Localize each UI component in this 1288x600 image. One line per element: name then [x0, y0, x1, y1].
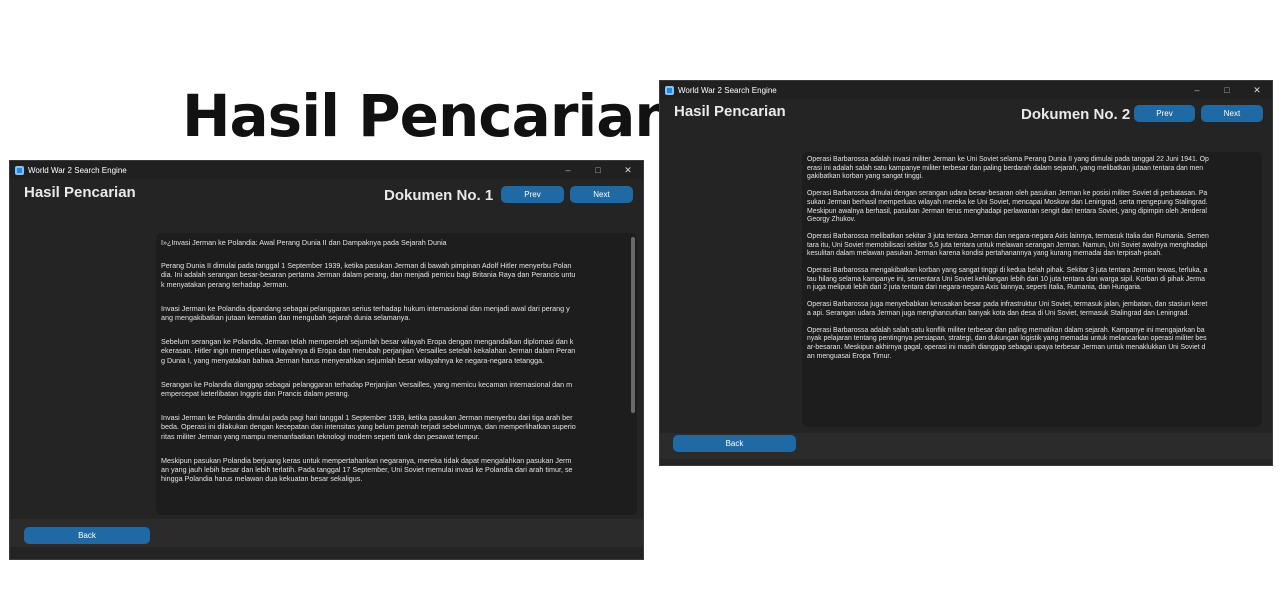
- document-paragraph: Operasi Barbarossa mengakibatkan korban …: [807, 267, 1208, 292]
- maximize-icon[interactable]: □: [583, 161, 613, 179]
- prev-button[interactable]: Prev: [1134, 105, 1195, 122]
- document-paragraph: Perang Dunia II dimulai pada tanggal 1 S…: [161, 261, 576, 289]
- document-paragraph: Operasi Barbarossa melibatkan sekitar 3 …: [807, 232, 1209, 258]
- app-icon: [15, 165, 24, 175]
- window-title: World War 2 Search Engine: [678, 85, 777, 95]
- minimize-icon[interactable]: –: [553, 161, 583, 179]
- document-paragraph: Operasi Barbarossa dimulai dengan serang…: [807, 190, 1208, 224]
- document-number: Dokumen No. 1: [384, 187, 494, 204]
- document-paragraph: Operasi Barbarossa juga menyebabkan keru…: [807, 301, 1208, 317]
- window-title: World War 2 Search Engine: [28, 165, 127, 175]
- document-paragraph: Meskipun pasukan Polandia berjuang keras…: [161, 455, 573, 484]
- results-heading: Hasil Pencarian: [674, 103, 786, 120]
- document-paragraph: Operasi Barbarossa adalah invasi militer…: [807, 156, 1209, 181]
- results-heading: Hasil Pencarian: [24, 184, 136, 201]
- back-button[interactable]: Back: [673, 435, 796, 452]
- title-bar[interactable]: World War 2 Search Engine – □ ✕: [10, 161, 643, 179]
- document-paragraph: Serangan ke Polandia dianggap sebagai pe…: [161, 379, 573, 399]
- document-textbox[interactable]: Operasi Barbarossa adalah invasi militer…: [802, 152, 1262, 427]
- maximize-icon[interactable]: □: [1212, 81, 1242, 99]
- document-textbox[interactable]: ï»¿Invasi Jerman ke Polandia: Awal Peran…: [156, 233, 637, 515]
- document-paragraph: Sebelum serangan ke Polandia, Jerman tel…: [161, 337, 576, 365]
- search-result-window-1: World War 2 Search Engine – □ ✕ Hasil Pe…: [9, 160, 644, 560]
- close-icon[interactable]: ✕: [1242, 81, 1272, 99]
- document-paragraph: ï»¿Invasi Jerman ke Polandia: Awal Peran…: [161, 238, 447, 247]
- document-paragraph: Invasi Jerman ke Polandia dipandang seba…: [161, 303, 570, 323]
- next-button[interactable]: Next: [570, 186, 633, 203]
- back-button[interactable]: Back: [24, 527, 150, 544]
- minimize-icon[interactable]: –: [1182, 81, 1212, 99]
- search-result-window-2: World War 2 Search Engine – □ ✕ Hasil Pe…: [659, 80, 1273, 466]
- document-paragraph: Invasi Jerman ke Polandia dimulai pada p…: [161, 413, 576, 441]
- scrollbar[interactable]: [631, 237, 635, 413]
- app-icon: [665, 85, 674, 95]
- document-paragraph: Operasi Barbarossa adalah salah satu kon…: [807, 326, 1207, 360]
- close-icon[interactable]: ✕: [613, 161, 643, 179]
- next-button[interactable]: Next: [1201, 105, 1263, 122]
- document-number: Dokumen No. 2: [1021, 106, 1131, 123]
- prev-button[interactable]: Prev: [501, 186, 564, 203]
- page-title: Hasil Pencarian: [182, 82, 676, 150]
- title-bar[interactable]: World War 2 Search Engine – □ ✕: [660, 81, 1272, 99]
